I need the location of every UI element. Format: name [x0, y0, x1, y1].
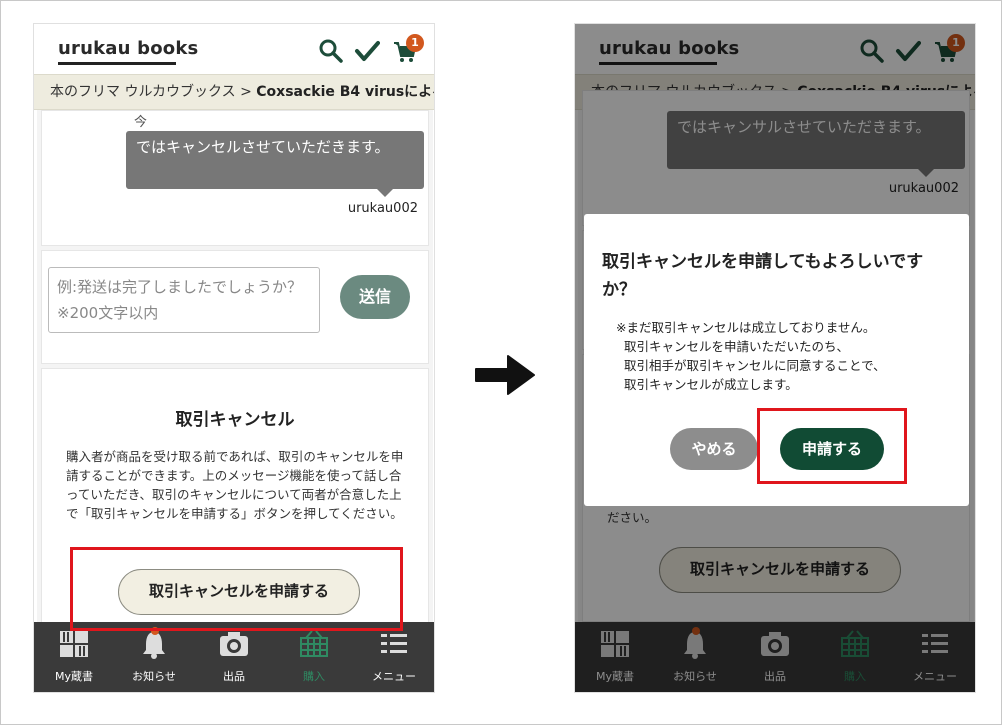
- dialog-note-line: 取引キャンセルが成立します。: [624, 377, 798, 392]
- send-button[interactable]: 送信: [340, 275, 410, 319]
- nav-item-my-books[interactable]: My蔵書: [34, 622, 114, 692]
- nav-item-notifications[interactable]: お知らせ: [114, 622, 194, 692]
- right-phone-screen: urukau books 1 本のフリマ ウルカウブックス > Coxsacki…: [574, 23, 976, 693]
- search-icon[interactable]: [318, 38, 344, 64]
- cancel-title: 取引キャンセル: [175, 410, 295, 430]
- breadcrumb-separator: >: [240, 84, 252, 100]
- cancel-description: 購入者が商品を受け取る前であれば、取引のキャンセルを申請することができます。上の…: [66, 449, 404, 521]
- nav-label: My蔵書: [54, 670, 93, 683]
- dialog-note: ※まだ取引キャンセルは成立しておりません。 取引キャンセルを申請いただいたのち、…: [616, 318, 954, 394]
- scroll-content[interactable]: 今 ではキャンセルさせていただきます。 urukau002 例:発送は完了しまし…: [37, 110, 433, 624]
- cart-count-badge: 1: [406, 34, 424, 52]
- message-form-card: 例:発送は完了しましたでしょうか？※200文字以内 送信: [41, 250, 429, 364]
- dialog-note-line: 取引相手が取引キャンセルに同意することで、: [624, 358, 886, 373]
- nav-label: 購入: [303, 670, 325, 683]
- highlight-box-request-button: [70, 547, 403, 631]
- bookshelf-icon: [60, 631, 88, 657]
- nav-label: 出品: [223, 670, 245, 683]
- logo-underline: [58, 62, 176, 65]
- nav-item-purchase[interactable]: 購入: [274, 622, 354, 692]
- nav-label: お知らせ: [132, 670, 176, 683]
- cut-off-text: 今: [134, 115, 148, 130]
- highlight-box-confirm-button: [757, 408, 907, 484]
- nav-label: メニュー: [372, 670, 416, 683]
- dialog-note-line: ※まだ取引キャンセルは成立しておりません。: [616, 320, 876, 335]
- chat-card: 今 ではキャンセルさせていただきます。 urukau002: [41, 110, 429, 246]
- dialog-cancel-button[interactable]: やめる: [670, 428, 758, 470]
- check-icon[interactable]: [354, 38, 380, 64]
- chat-bubble: ではキャンセルさせていただきます。: [126, 131, 424, 189]
- breadcrumb-home[interactable]: 本のフリマ ウルカウブックス: [50, 84, 236, 100]
- app-logo[interactable]: urukau books: [58, 38, 198, 59]
- app-header: urukau books 1: [34, 24, 434, 74]
- right-arrow-icon: [475, 355, 535, 395]
- nav-item-sell[interactable]: 出品: [194, 622, 274, 692]
- chat-username: urukau002: [347, 201, 418, 216]
- message-placeholder: 例:発送は完了しましたでしょうか？※200文字以内: [57, 278, 303, 322]
- breadcrumb-current: Coxsackie B4 virusによる実: [256, 84, 434, 100]
- breadcrumb: 本のフリマ ウルカウブックス > Coxsackie B4 virusによる実: [34, 74, 434, 110]
- dialog-note-line: 取引キャンセルを申請いただいたのち、: [624, 339, 850, 354]
- message-input[interactable]: 例:発送は完了しましたでしょうか？※200文字以内: [48, 267, 320, 333]
- nav-item-menu[interactable]: メニュー: [354, 622, 434, 692]
- camera-icon: [220, 632, 248, 656]
- dialog-title: 取引キャンセルを申請してもよろしいですか？: [602, 252, 924, 300]
- menu-icon: [381, 634, 407, 653]
- bottom-nav: My蔵書 お知らせ 出品 購入 メニュー: [34, 622, 434, 692]
- chat-bubble-tail: [376, 188, 394, 197]
- basket-icon: [300, 630, 328, 657]
